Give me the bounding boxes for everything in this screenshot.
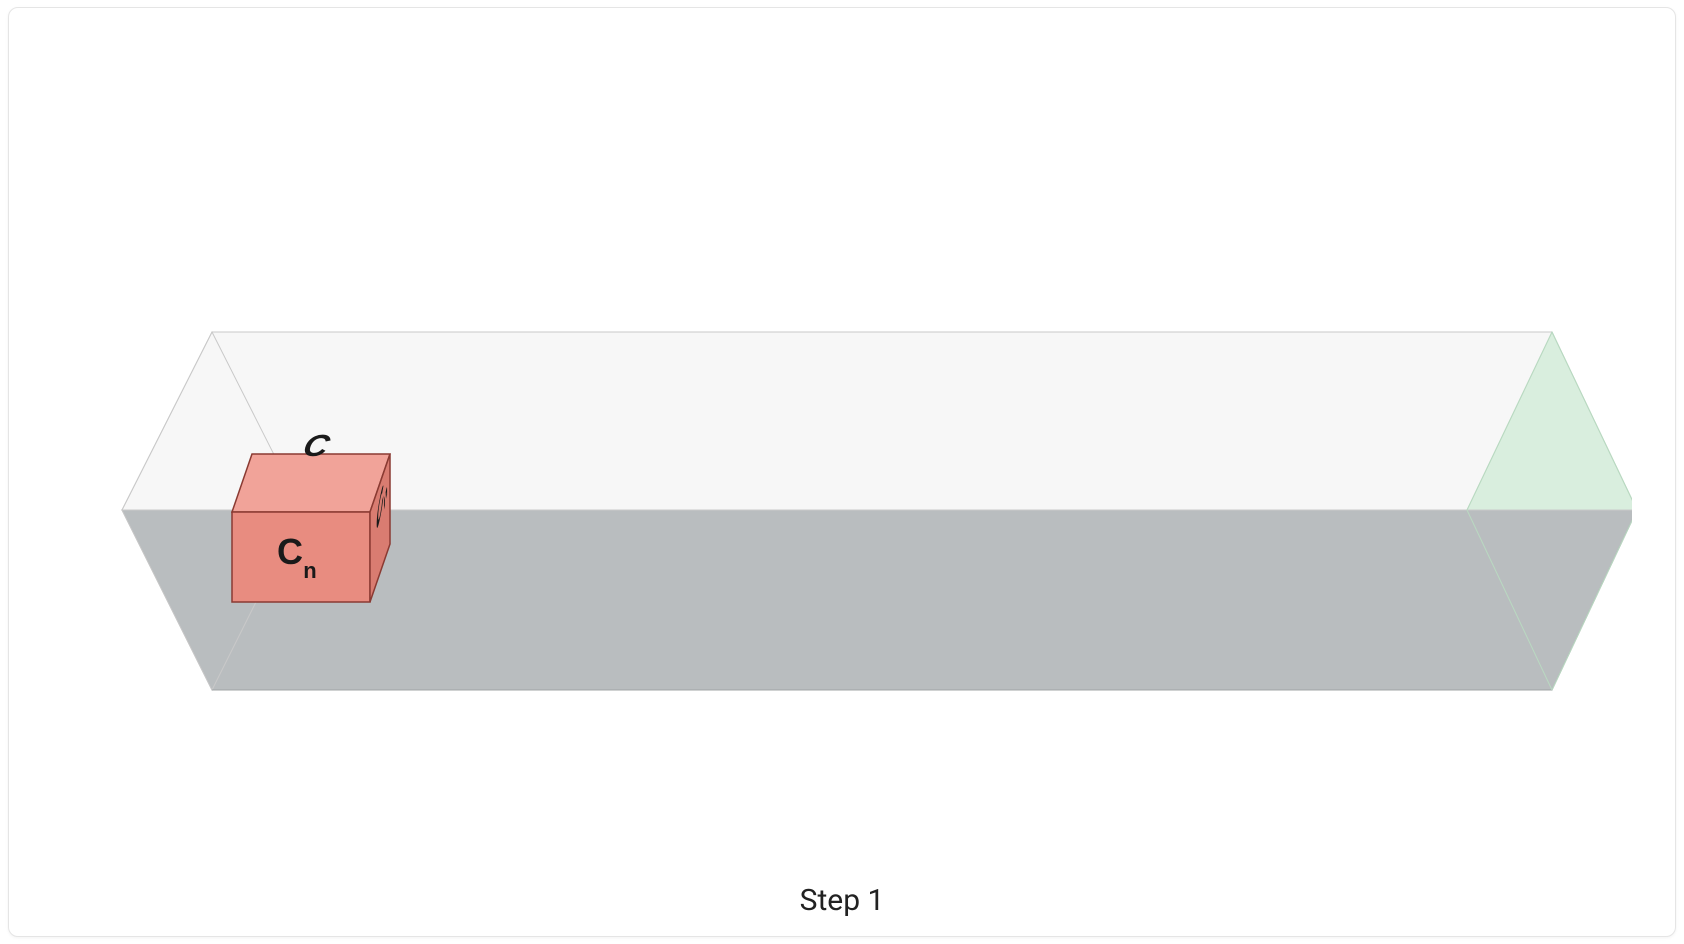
diagram-card: C C n C n Step 1 <box>8 7 1676 937</box>
step-caption: Step 1 <box>9 883 1675 918</box>
corridor-svg: C C n C n <box>52 112 1632 832</box>
diagram-canvas: C C n C n <box>9 8 1675 936</box>
cube-top-face <box>232 454 390 512</box>
cube: C C n C n <box>232 428 390 602</box>
cube-front-label-main: C <box>277 531 303 572</box>
cube-front-label-sub: n <box>303 558 316 583</box>
